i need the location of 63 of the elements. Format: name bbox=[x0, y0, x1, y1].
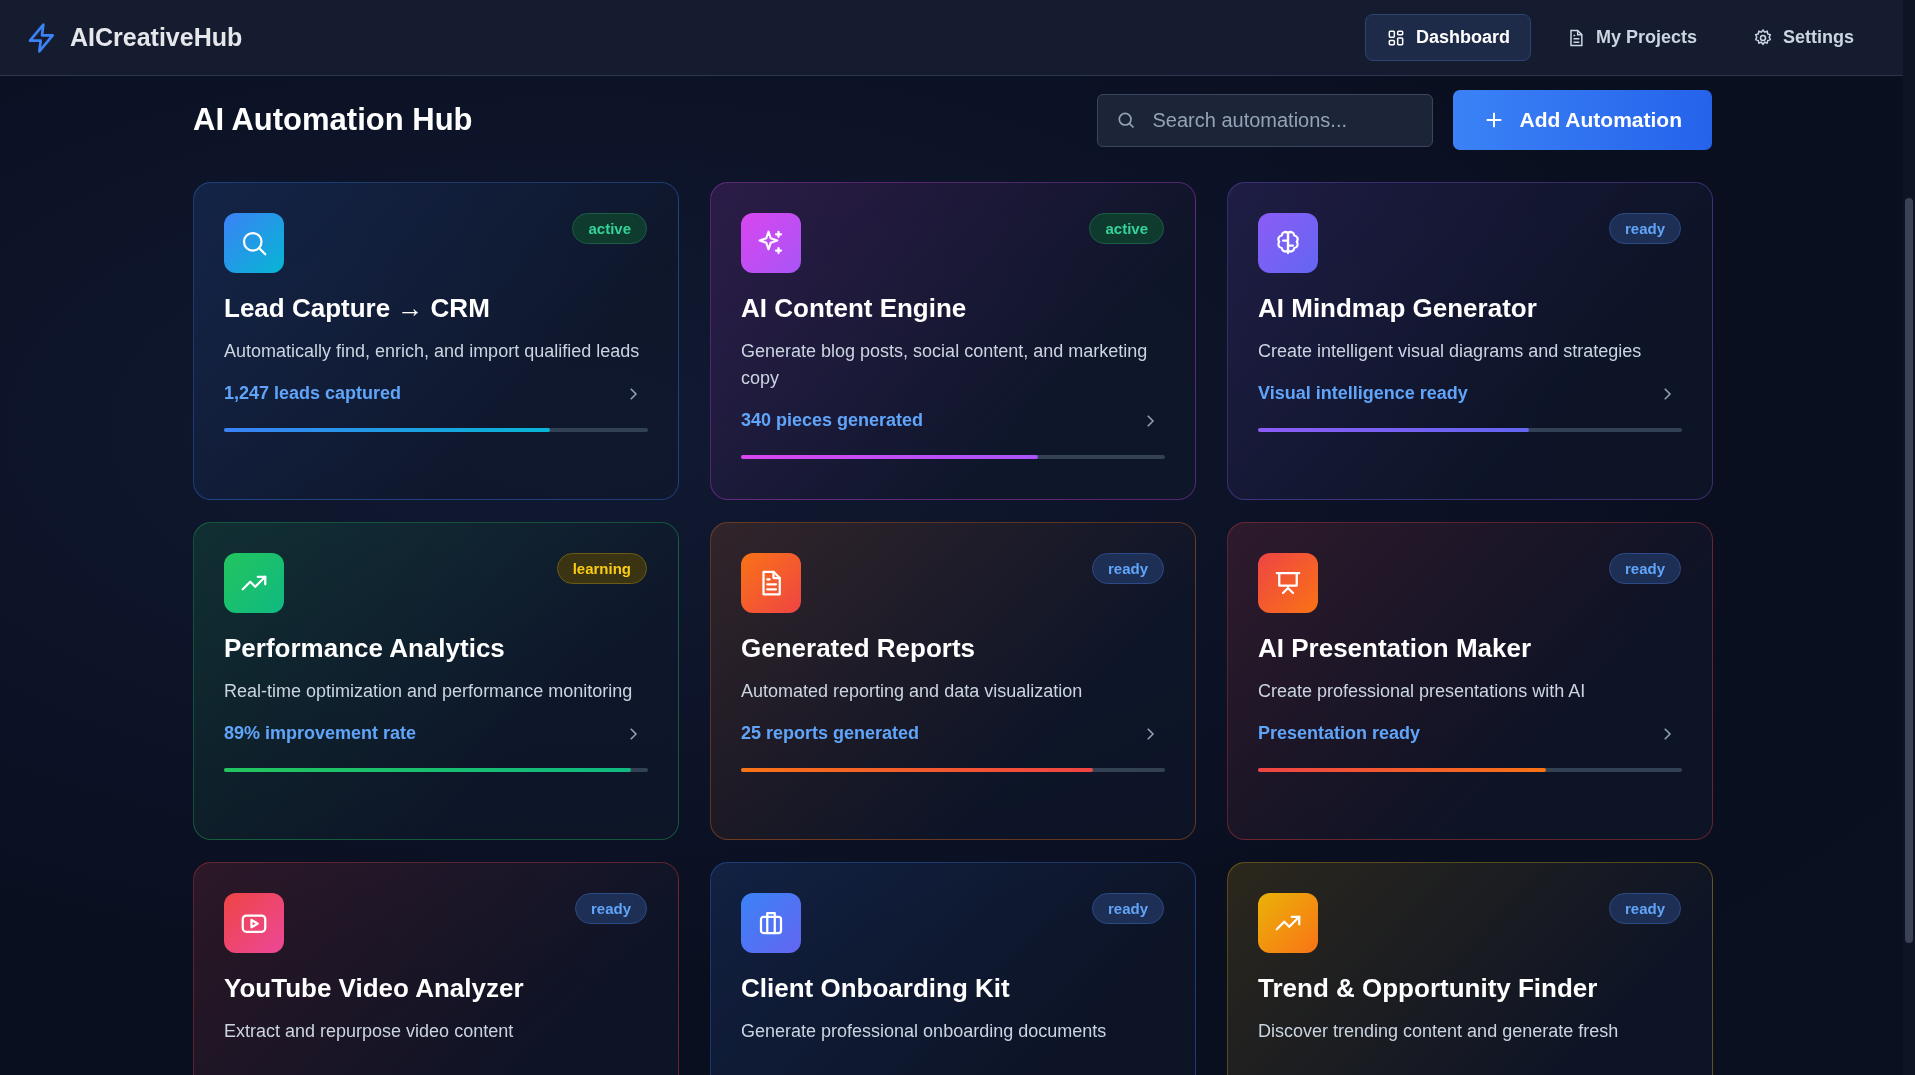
page-title: AI Automation Hub bbox=[193, 102, 474, 138]
status-badge: ready bbox=[1608, 213, 1681, 244]
automation-card[interactable]: ready Generated Reports Automated reporting and data visualization 25 reports generated bbox=[710, 522, 1196, 840]
stat-link[interactable]: Presentation ready bbox=[1258, 723, 1682, 744]
card-title: Performance Analytics bbox=[224, 633, 506, 664]
card-description: Generate professional onboarding documents bbox=[741, 1020, 1108, 1043]
automation-card[interactable]: ready YouTube Video Analyzer Extract and repurpose video content bbox=[193, 862, 679, 1075]
status-badge: ready bbox=[1608, 893, 1681, 924]
status-badge: active bbox=[572, 213, 647, 244]
card-description: Extract and repurpose video content bbox=[224, 1020, 515, 1043]
status-badge: ready bbox=[1608, 553, 1681, 584]
search-field[interactable]: Search automations... bbox=[1097, 93, 1434, 147]
card-title: AI Content Engine bbox=[741, 293, 968, 324]
trending-up-icon bbox=[224, 553, 284, 613]
card-title: YouTube Video Analyzer bbox=[224, 973, 525, 1004]
trending-up-icon bbox=[1258, 893, 1318, 953]
play-video-icon bbox=[224, 893, 284, 953]
card-title: Lead Capture → CRM bbox=[224, 293, 491, 324]
status-badge: ready bbox=[1091, 893, 1164, 924]
document-icon bbox=[741, 553, 801, 613]
card-description: Generate blog posts, social content, and marketing copy bbox=[741, 340, 1149, 390]
automation-card[interactable]: ready Trend & Opportunity Finder Discover trending content and generate fresh bbox=[1227, 862, 1713, 1075]
status-badge: learning bbox=[556, 553, 647, 584]
automation-card[interactable]: active AI Content Engine Generate blog posts, social content, and marketing copy 340 pieces generated bbox=[710, 182, 1196, 500]
presentation-icon bbox=[1258, 553, 1318, 613]
nav-tab[interactable]: Settings bbox=[1732, 14, 1875, 61]
status-badge: active bbox=[1089, 213, 1164, 244]
stat-link[interactable]: Visual intelligence ready bbox=[1258, 383, 1682, 404]
sparkles-icon bbox=[741, 213, 801, 273]
stat-link[interactable]: 340 pieces generated bbox=[741, 410, 1165, 431]
card-description: Automated reporting and data visualization bbox=[741, 680, 1084, 703]
status-badge: ready bbox=[1091, 553, 1164, 584]
search-icon bbox=[1116, 110, 1137, 130]
card-description: Discover trending content and generate fresh bbox=[1258, 1020, 1620, 1043]
card-description: Create intelligent visual diagrams and strategies bbox=[1258, 340, 1643, 363]
stat-link[interactable]: 1,247 leads captured bbox=[224, 383, 648, 404]
brain-icon bbox=[1258, 213, 1318, 273]
card-description: Automatically find, enrich, and import qualified leads bbox=[224, 340, 641, 363]
card-title: Generated Reports bbox=[741, 633, 977, 664]
settings-icon bbox=[1753, 27, 1773, 48]
nav-tab[interactable]: My Projects bbox=[1544, 14, 1718, 61]
app-logo-text: AICreativeHub bbox=[70, 23, 243, 52]
card-title: Client Onboarding Kit bbox=[741, 973, 1011, 1004]
scrollbar-thumb[interactable] bbox=[1905, 198, 1913, 943]
briefcase-icon bbox=[741, 893, 801, 953]
automation-card[interactable]: learning Performance Analytics Real-time optimization and performance monitoring 89% improvement rate bbox=[193, 522, 679, 840]
automation-card[interactable]: ready AI Mindmap Generator Create intelligent visual diagrams and strategies Visual intelligence ready bbox=[1227, 182, 1713, 500]
search-icon bbox=[224, 213, 284, 273]
nav-tab[interactable]: Dashboard bbox=[1364, 14, 1531, 61]
search-input[interactable]: Search automations... bbox=[1150, 107, 1415, 133]
scrollbar[interactable] bbox=[1903, 0, 1915, 1075]
card-description: Create professional presentations with AI bbox=[1258, 680, 1587, 703]
stat-link[interactable]: 89% improvement rate bbox=[224, 723, 648, 744]
add-automation-button[interactable]: Add Automation bbox=[1453, 90, 1712, 150]
automation-card[interactable]: ready Client Onboarding Kit Generate professional onboarding documents bbox=[710, 862, 1196, 1075]
status-badge: ready bbox=[574, 893, 647, 924]
automation-card[interactable]: active Lead Capture → CRM Automatically find, enrich, and import qualified leads 1,247 leads captured bbox=[193, 182, 679, 500]
stat-link[interactable]: 25 reports generated bbox=[741, 723, 1165, 744]
card-title: AI Presentation Maker bbox=[1258, 633, 1533, 664]
card-title: AI Mindmap Generator bbox=[1258, 293, 1538, 324]
card-title: Trend & Opportunity Finder bbox=[1258, 973, 1599, 1004]
card-description: Real-time optimization and performance monitoring bbox=[224, 680, 634, 703]
automation-card[interactable]: ready AI Presentation Maker Create professional presentations with AI Presentation ready bbox=[1227, 522, 1713, 840]
